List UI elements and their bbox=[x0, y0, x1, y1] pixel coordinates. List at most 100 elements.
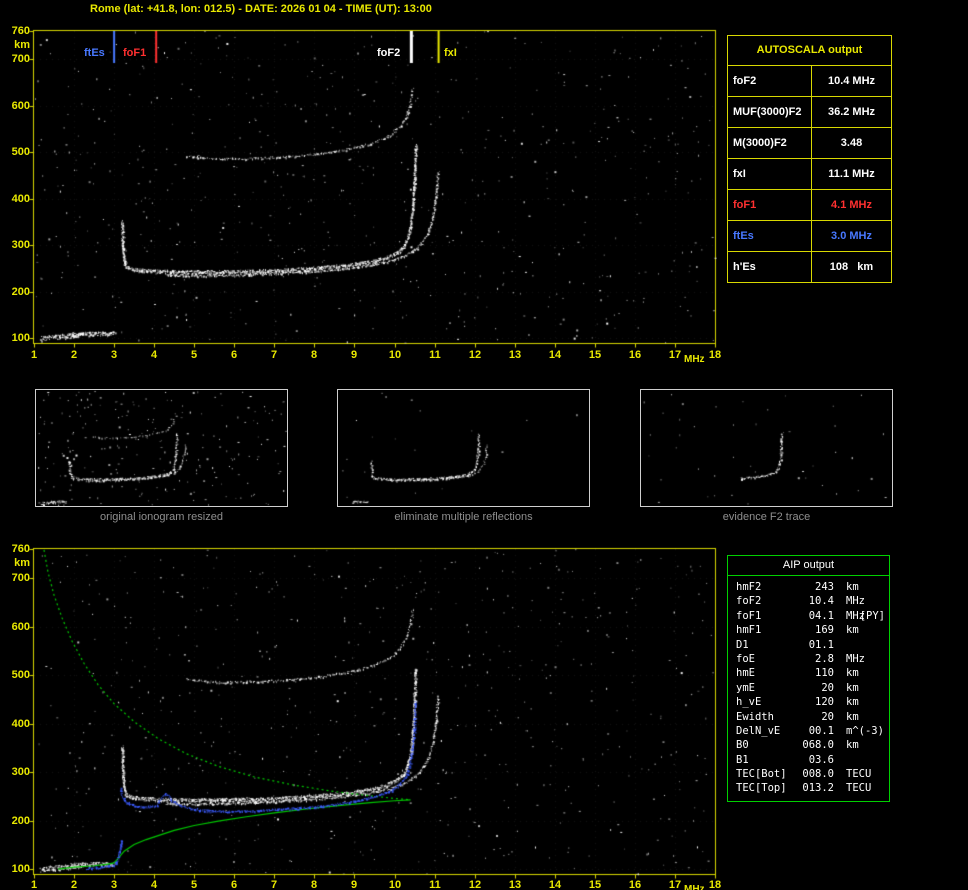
autoscala-table-row: MUF(3000)F2 36.2 MHz bbox=[728, 97, 891, 128]
parameter-value: 3.0 MHz bbox=[831, 230, 872, 242]
marker-label-ftEs: ftEs bbox=[84, 47, 105, 59]
aip-parameter-value: 008.0 bbox=[802, 768, 834, 781]
x-tick-label: 17 bbox=[668, 349, 682, 361]
aip-parameter-name: hmF2 bbox=[736, 581, 762, 593]
y-tick-label: 300 bbox=[11, 766, 30, 778]
x-tick-label: 14 bbox=[548, 879, 562, 890]
marker-label-foF1: foF1 bbox=[123, 47, 147, 59]
autoscala-table-row: h'Es 108 km bbox=[728, 252, 891, 282]
parameter-label: MUF(3000)F2 bbox=[728, 97, 812, 127]
aip-parameter-value: 03.6 bbox=[808, 753, 834, 766]
aip-table-row: hmF1 169 km bbox=[728, 623, 889, 637]
parameter-label: h'Es bbox=[728, 252, 812, 282]
y-tick-label: 500 bbox=[11, 146, 30, 158]
y-axis-unit-label: km bbox=[14, 557, 30, 569]
marker-label-fxI: fxI bbox=[444, 47, 457, 59]
x-tick-label: 4 bbox=[150, 349, 158, 361]
autoscala-app-window: Rome (lat: +41.8, lon: 012.5) - DATE: 20… bbox=[0, 0, 968, 890]
parameter-label: foF1 bbox=[728, 190, 812, 220]
y-tick-label: 760 bbox=[11, 25, 30, 37]
aip-parameter-unit: MHz bbox=[846, 595, 865, 608]
aip-parameter-flag: [PY] bbox=[859, 609, 885, 622]
aip-table-row: foF2 10.4 MHz bbox=[728, 594, 889, 608]
aip-parameter-value: 10.4 bbox=[808, 595, 834, 608]
aip-parameter-name: TEC[Top] bbox=[736, 782, 787, 795]
x-tick-label: 17 bbox=[668, 879, 682, 890]
aip-parameter-unit: km bbox=[846, 696, 859, 709]
x-tick-label: 16 bbox=[628, 879, 642, 890]
aip-table-row: Ewidth 20 km bbox=[728, 710, 889, 724]
y-axis-unit-label: km bbox=[14, 39, 30, 51]
y-tick-label: 700 bbox=[11, 53, 30, 65]
autoscala-table-row: foF2 10.4 MHz bbox=[728, 66, 891, 97]
aip-parameter-name: ymE bbox=[736, 681, 755, 694]
aip-parameter-unit: km bbox=[846, 624, 859, 637]
panel-original-ionogram bbox=[35, 389, 288, 507]
y-tick-label: 700 bbox=[11, 572, 30, 584]
parameter-label: M(3000)F2 bbox=[728, 128, 812, 158]
x-tick-label: 3 bbox=[110, 349, 118, 361]
aip-parameter-unit: km bbox=[846, 710, 859, 723]
x-tick-label: 13 bbox=[508, 879, 522, 890]
parameter-value: 4.1 MHz bbox=[831, 199, 872, 211]
x-tick-label: 10 bbox=[388, 349, 402, 361]
aip-table-row: hmF2 243 km bbox=[728, 580, 889, 594]
parameter-value: 36.2 MHz bbox=[827, 106, 876, 118]
aip-parameter-name: D1 bbox=[736, 638, 749, 651]
x-tick-label: 5 bbox=[190, 349, 198, 361]
aip-table-row: D1 01.1 bbox=[728, 638, 889, 652]
ionogram-plot-top bbox=[26, 29, 717, 351]
aip-table-row: DelN_vE 00.1 m^(-3) bbox=[728, 724, 889, 738]
y-tick-label: 300 bbox=[11, 239, 30, 251]
y-tick-label: 600 bbox=[11, 100, 30, 112]
panel-caption-reflections: eliminate multiple reflections bbox=[394, 511, 533, 523]
aip-parameter-unit bbox=[834, 638, 889, 652]
x-tick-label: 15 bbox=[588, 879, 602, 890]
parameter-value: 3.48 bbox=[840, 137, 863, 149]
x-tick-label: 8 bbox=[310, 349, 318, 361]
aip-parameter-name: B1 bbox=[736, 753, 749, 766]
x-tick-label: 13 bbox=[508, 349, 522, 361]
panel-caption-f2: evidence F2 trace bbox=[722, 511, 811, 523]
mini-ionogram-f2 bbox=[641, 390, 892, 506]
parameter-value: 10.4 MHz bbox=[827, 75, 876, 87]
x-tick-label: 4 bbox=[150, 879, 158, 890]
x-tick-label: 7 bbox=[270, 879, 278, 890]
parameter-label: foF2 bbox=[728, 66, 812, 96]
autoscala-table-row: M(3000)F2 3.48 bbox=[728, 128, 891, 159]
aip-parameter-unit: TECU bbox=[846, 782, 872, 795]
y-tick-label: 100 bbox=[11, 863, 30, 875]
x-tick-label: 11 bbox=[429, 349, 441, 361]
x-tick-label: 10 bbox=[388, 879, 402, 890]
x-tick-label: 1 bbox=[30, 349, 38, 361]
aip-parameter-value: 2.8 bbox=[815, 652, 834, 665]
aip-parameter-name: DelN_vE bbox=[736, 724, 781, 737]
mini-ionogram-original bbox=[36, 390, 287, 506]
aip-parameter-name: TEC[Bot] bbox=[736, 768, 787, 781]
aip-parameter-name: hmF1 bbox=[736, 624, 762, 637]
aip-parameter-name: h_vE bbox=[736, 696, 762, 709]
aip-parameter-value: 20 bbox=[821, 710, 834, 723]
aip-parameter-unit: km bbox=[846, 739, 859, 752]
aip-parameter-name: foF2 bbox=[736, 595, 762, 608]
x-tick-label: 5 bbox=[190, 879, 198, 890]
aip-parameter-value: 01.1 bbox=[808, 638, 834, 651]
y-tick-label: 500 bbox=[11, 669, 30, 681]
y-tick-label: 400 bbox=[11, 718, 30, 730]
x-tick-label: 9 bbox=[350, 879, 358, 890]
autoscala-output-table: AUTOSCALA output foF2 10.4 MHz MUF(3000)… bbox=[727, 35, 892, 283]
ionogram-plot-bottom bbox=[26, 547, 717, 881]
x-tick-label: 18 bbox=[708, 349, 722, 361]
x-axis-unit-label: MHz bbox=[684, 354, 705, 365]
x-tick-label: 6 bbox=[230, 349, 238, 361]
x-tick-label: 2 bbox=[70, 349, 78, 361]
parameter-label: fxI bbox=[728, 159, 812, 189]
aip-parameter-name: foE bbox=[736, 652, 755, 665]
aip-table-row: foE 2.8 MHz bbox=[728, 652, 889, 666]
aip-table-row: ymE 20 km bbox=[728, 681, 889, 695]
aip-parameter-unit: km bbox=[846, 681, 859, 694]
x-tick-label: 1 bbox=[30, 879, 38, 890]
aip-table-row: B1 03.6 bbox=[728, 753, 889, 767]
panel-eliminate-reflections bbox=[337, 389, 590, 507]
aip-parameter-value: 068.0 bbox=[802, 739, 834, 752]
